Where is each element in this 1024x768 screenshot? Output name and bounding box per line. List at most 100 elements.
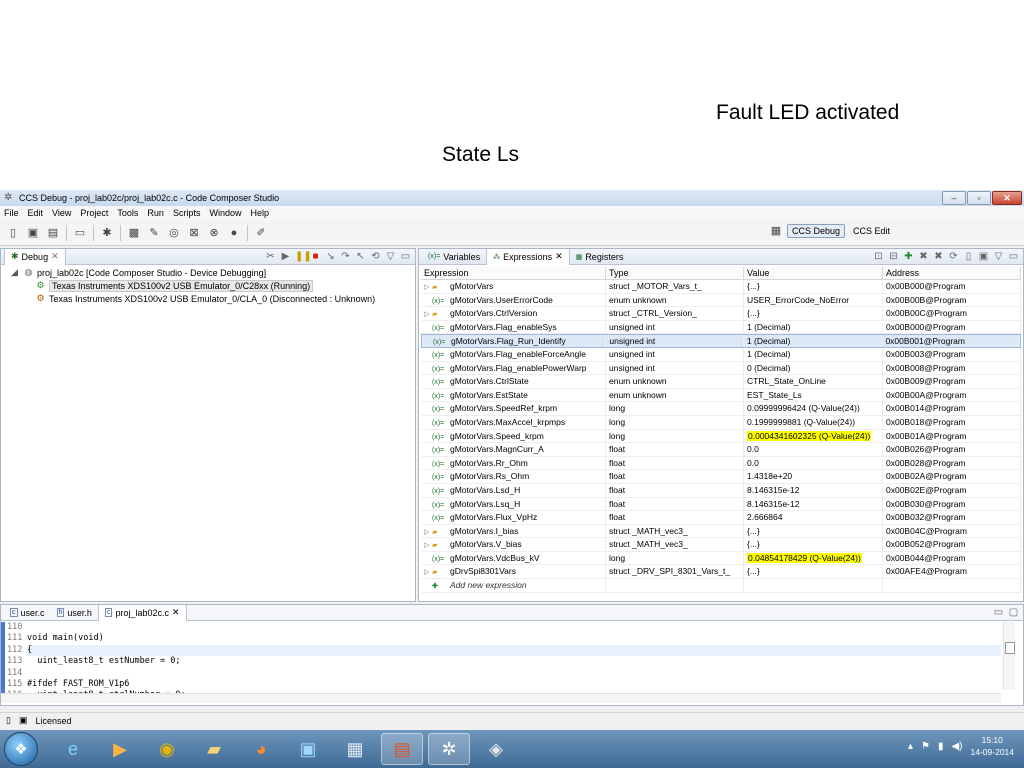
table-row[interactable]: ▷ ▰ gMotorVars.I_bias struct _MATH_vec3_ {..… (421, 524, 1021, 539)
table-row[interactable]: (x)= gMotorVars.MagnCurr_A float 0.0 0x00B02… (421, 443, 1021, 457)
target-config-icon[interactable]: ◎ (167, 226, 181, 240)
new-icon[interactable]: ▯ (6, 226, 20, 240)
tab-expressions[interactable]: ⁂ Expressions ✕ (486, 248, 570, 265)
cell-value[interactable]: 0.0004341602325 (Q-Value(24)) (744, 429, 883, 443)
menu-file[interactable]: File (4, 208, 19, 218)
cell-value[interactable]: 0.04854178429 (Q-Value(24)) (744, 551, 883, 565)
expand-icon[interactable]: ▷ (424, 526, 432, 538)
expand-icon[interactable]: ◢ (9, 267, 20, 278)
menu-run[interactable]: Run (147, 208, 164, 218)
taskbar-explorer[interactable]: ▰ (193, 733, 235, 765)
cell-value[interactable]: 0.1999999881 (Q-Value(24)) (744, 415, 883, 429)
menu-window[interactable]: Window (209, 208, 241, 218)
cell-value[interactable]: 1.4318e+20 (744, 470, 883, 483)
connect-icon[interactable]: ✎ (147, 226, 161, 240)
cell-value[interactable]: 0.09999996424 (Q-Value(24)) (744, 402, 883, 415)
table-row[interactable]: (x)= gMotorVars.Flag_Run_Identify unsigned… (421, 334, 1021, 348)
table-row[interactable]: (x)= gMotorVars.Rs_Ohm float 1.4318e+20 0x00… (421, 470, 1021, 484)
suspend-icon[interactable]: ❚❚ (295, 250, 312, 264)
editor-tab[interactable]: c proj_lab02c.c ✕ (97, 604, 187, 621)
column-header-address[interactable]: Address (883, 267, 1021, 279)
column-header-expression[interactable]: Expression (421, 267, 606, 279)
minimize-view-icon[interactable]: ▭ (400, 250, 411, 264)
cell-value[interactable]: {...} (744, 538, 883, 551)
save-icon[interactable]: ▣ (26, 226, 40, 240)
pin-view-icon[interactable]: ▯ (963, 250, 974, 264)
table-row[interactable]: (x)= gMotorVars.SpeedRef_krpm long 0.099999… (421, 402, 1021, 416)
expand-icon[interactable]: ▷ (424, 539, 432, 551)
taskbar-app-2[interactable]: ◈ (475, 733, 517, 765)
minimize-view-icon[interactable]: ▭ (1008, 250, 1019, 264)
table-row[interactable]: (x)= gMotorVars.Lsq_H float 8.146315e-12 0x0… (421, 497, 1021, 512)
table-row[interactable]: ▷ ▰ gMotorVars.CtrlVersion struct _CTRL_Ver… (421, 307, 1021, 321)
show-hidden-icons-icon[interactable]: ▴ (908, 741, 913, 752)
perspective-ccs-debug[interactable]: CCS Debug (786, 224, 845, 238)
close-icon[interactable]: ✕ (555, 251, 563, 262)
tab-registers[interactable]: ▦ Registers (570, 249, 630, 265)
cell-value[interactable]: 1 (Decimal) (744, 347, 883, 361)
table-row[interactable]: (x)= gMotorVars.EstState enum unknown EST_S… (421, 388, 1021, 403)
taskbar-ie[interactable]: e (52, 733, 94, 765)
flash-icon[interactable]: ● (227, 226, 241, 240)
add-expression-row[interactable]: ✚ Add new expression (421, 579, 1021, 593)
maximize-button[interactable]: ▫ (967, 191, 991, 205)
minimize-button[interactable]: – (942, 191, 966, 205)
remove-all-icon[interactable]: ✖ (933, 250, 944, 264)
collapse-all-icon[interactable]: ⊟ (888, 250, 899, 264)
taskbar-media-player[interactable]: ▶ (99, 733, 141, 765)
open-console-icon[interactable]: ▭ (73, 226, 87, 240)
add-expression-icon[interactable]: ✚ (903, 250, 914, 264)
cell-value[interactable]: 0.0 (744, 456, 883, 470)
reset-cpu-icon[interactable]: ⟲ (370, 250, 381, 264)
table-row[interactable]: (x)= gMotorVars.Speed_krpm long 0.000434160… (421, 429, 1021, 444)
menu-edit[interactable]: Edit (28, 208, 44, 218)
network-icon[interactable]: ▮ (938, 741, 944, 752)
continuous-refresh-icon[interactable]: ⟳ (948, 250, 959, 264)
expand-icon[interactable]: ▷ (424, 281, 432, 293)
clock[interactable]: 15:10 14-09-2014 (971, 734, 1014, 758)
cell-value[interactable]: {...} (744, 280, 883, 293)
debug-tree-item[interactable]: ⚙ Texas Instruments XDS100v2 USB Emulator… (1, 292, 415, 305)
column-header-type[interactable]: Type (606, 267, 744, 279)
step-over-icon[interactable]: ↷ (340, 250, 351, 264)
action-center-icon[interactable]: ⚑ (921, 741, 930, 752)
cell-value[interactable]: 8.146315e-12 (744, 497, 883, 511)
table-row[interactable]: ▷ ▰ gMotorVars.V_bias struct _MATH_vec3_ {..… (421, 538, 1021, 552)
menu-help[interactable]: Help (250, 208, 269, 218)
editor-tab[interactable]: h user.h (51, 605, 98, 621)
cell-value[interactable]: CTRL_State_OnLine (744, 375, 883, 388)
cell-value[interactable]: EST_State_Ls (744, 388, 883, 402)
perspective-ccs-edit[interactable]: CCS Edit (849, 225, 894, 237)
cell-value[interactable]: 1 (Decimal) (744, 335, 883, 347)
table-row[interactable]: (x)= gMotorVars.MaxAccel_krpmps long 0.1999… (421, 415, 1021, 430)
debug-tree-item[interactable]: ◢ ◍ proj_lab02c [Code Composer Studio - De… (1, 266, 415, 279)
close-icon[interactable]: ✕ (172, 607, 180, 618)
volume-icon[interactable]: ◀) (951, 741, 962, 752)
show-type-icon[interactable]: ⊡ (873, 250, 884, 264)
load-program-icon[interactable]: ▩ (127, 226, 141, 240)
code-area[interactable]: 110 111 void main(void) 112{113 uint_least8… (1, 622, 1001, 702)
scroll-thumb[interactable] (1005, 642, 1015, 654)
expand-icon[interactable]: ▷ (424, 566, 432, 578)
cell-value[interactable]: 8.146315e-12 (744, 483, 883, 497)
debug-tree-item[interactable]: ⚙ Texas Instruments XDS100v2 USB Emulator… (1, 279, 415, 292)
table-row[interactable]: (x)= gMotorVars.Flag_enablePowerWarp unsig… (421, 361, 1021, 376)
cell-value[interactable]: 1 (Decimal) (744, 320, 883, 334)
tab-debug[interactable]: ✱ Debug ✕ (4, 248, 66, 265)
remove-terminated-icon[interactable]: ✂ (265, 250, 276, 264)
cell-value[interactable]: 0.0 (744, 443, 883, 456)
add-expression-cell[interactable]: ✚ Add new expression (421, 579, 606, 592)
table-row[interactable]: ▷ ▰ gMotorVars struct _MOTOR_Vars_t_ {...} 0x… (421, 280, 1021, 294)
column-header-value[interactable]: Value (744, 267, 883, 279)
table-row[interactable]: (x)= gMotorVars.VdcBus_kV long 0.0485417842… (421, 551, 1021, 566)
reset-icon[interactable]: ⊠ (187, 226, 201, 240)
tab-variables[interactable]: (x)= Variables (422, 249, 486, 265)
taskbar-app-1[interactable]: ▣ (287, 733, 329, 765)
close-icon[interactable]: ✕ (51, 251, 59, 262)
menu-tools[interactable]: Tools (117, 208, 138, 218)
taskbar-chrome[interactable]: ◉ (146, 733, 188, 765)
cell-value[interactable]: 2.666864 (744, 511, 883, 524)
taskbar-ccs[interactable]: ✲ (428, 733, 470, 765)
table-row[interactable]: (x)= gMotorVars.UserErrorCode enum unknown… (421, 293, 1021, 308)
terminate-icon[interactable]: ■ (310, 250, 321, 264)
